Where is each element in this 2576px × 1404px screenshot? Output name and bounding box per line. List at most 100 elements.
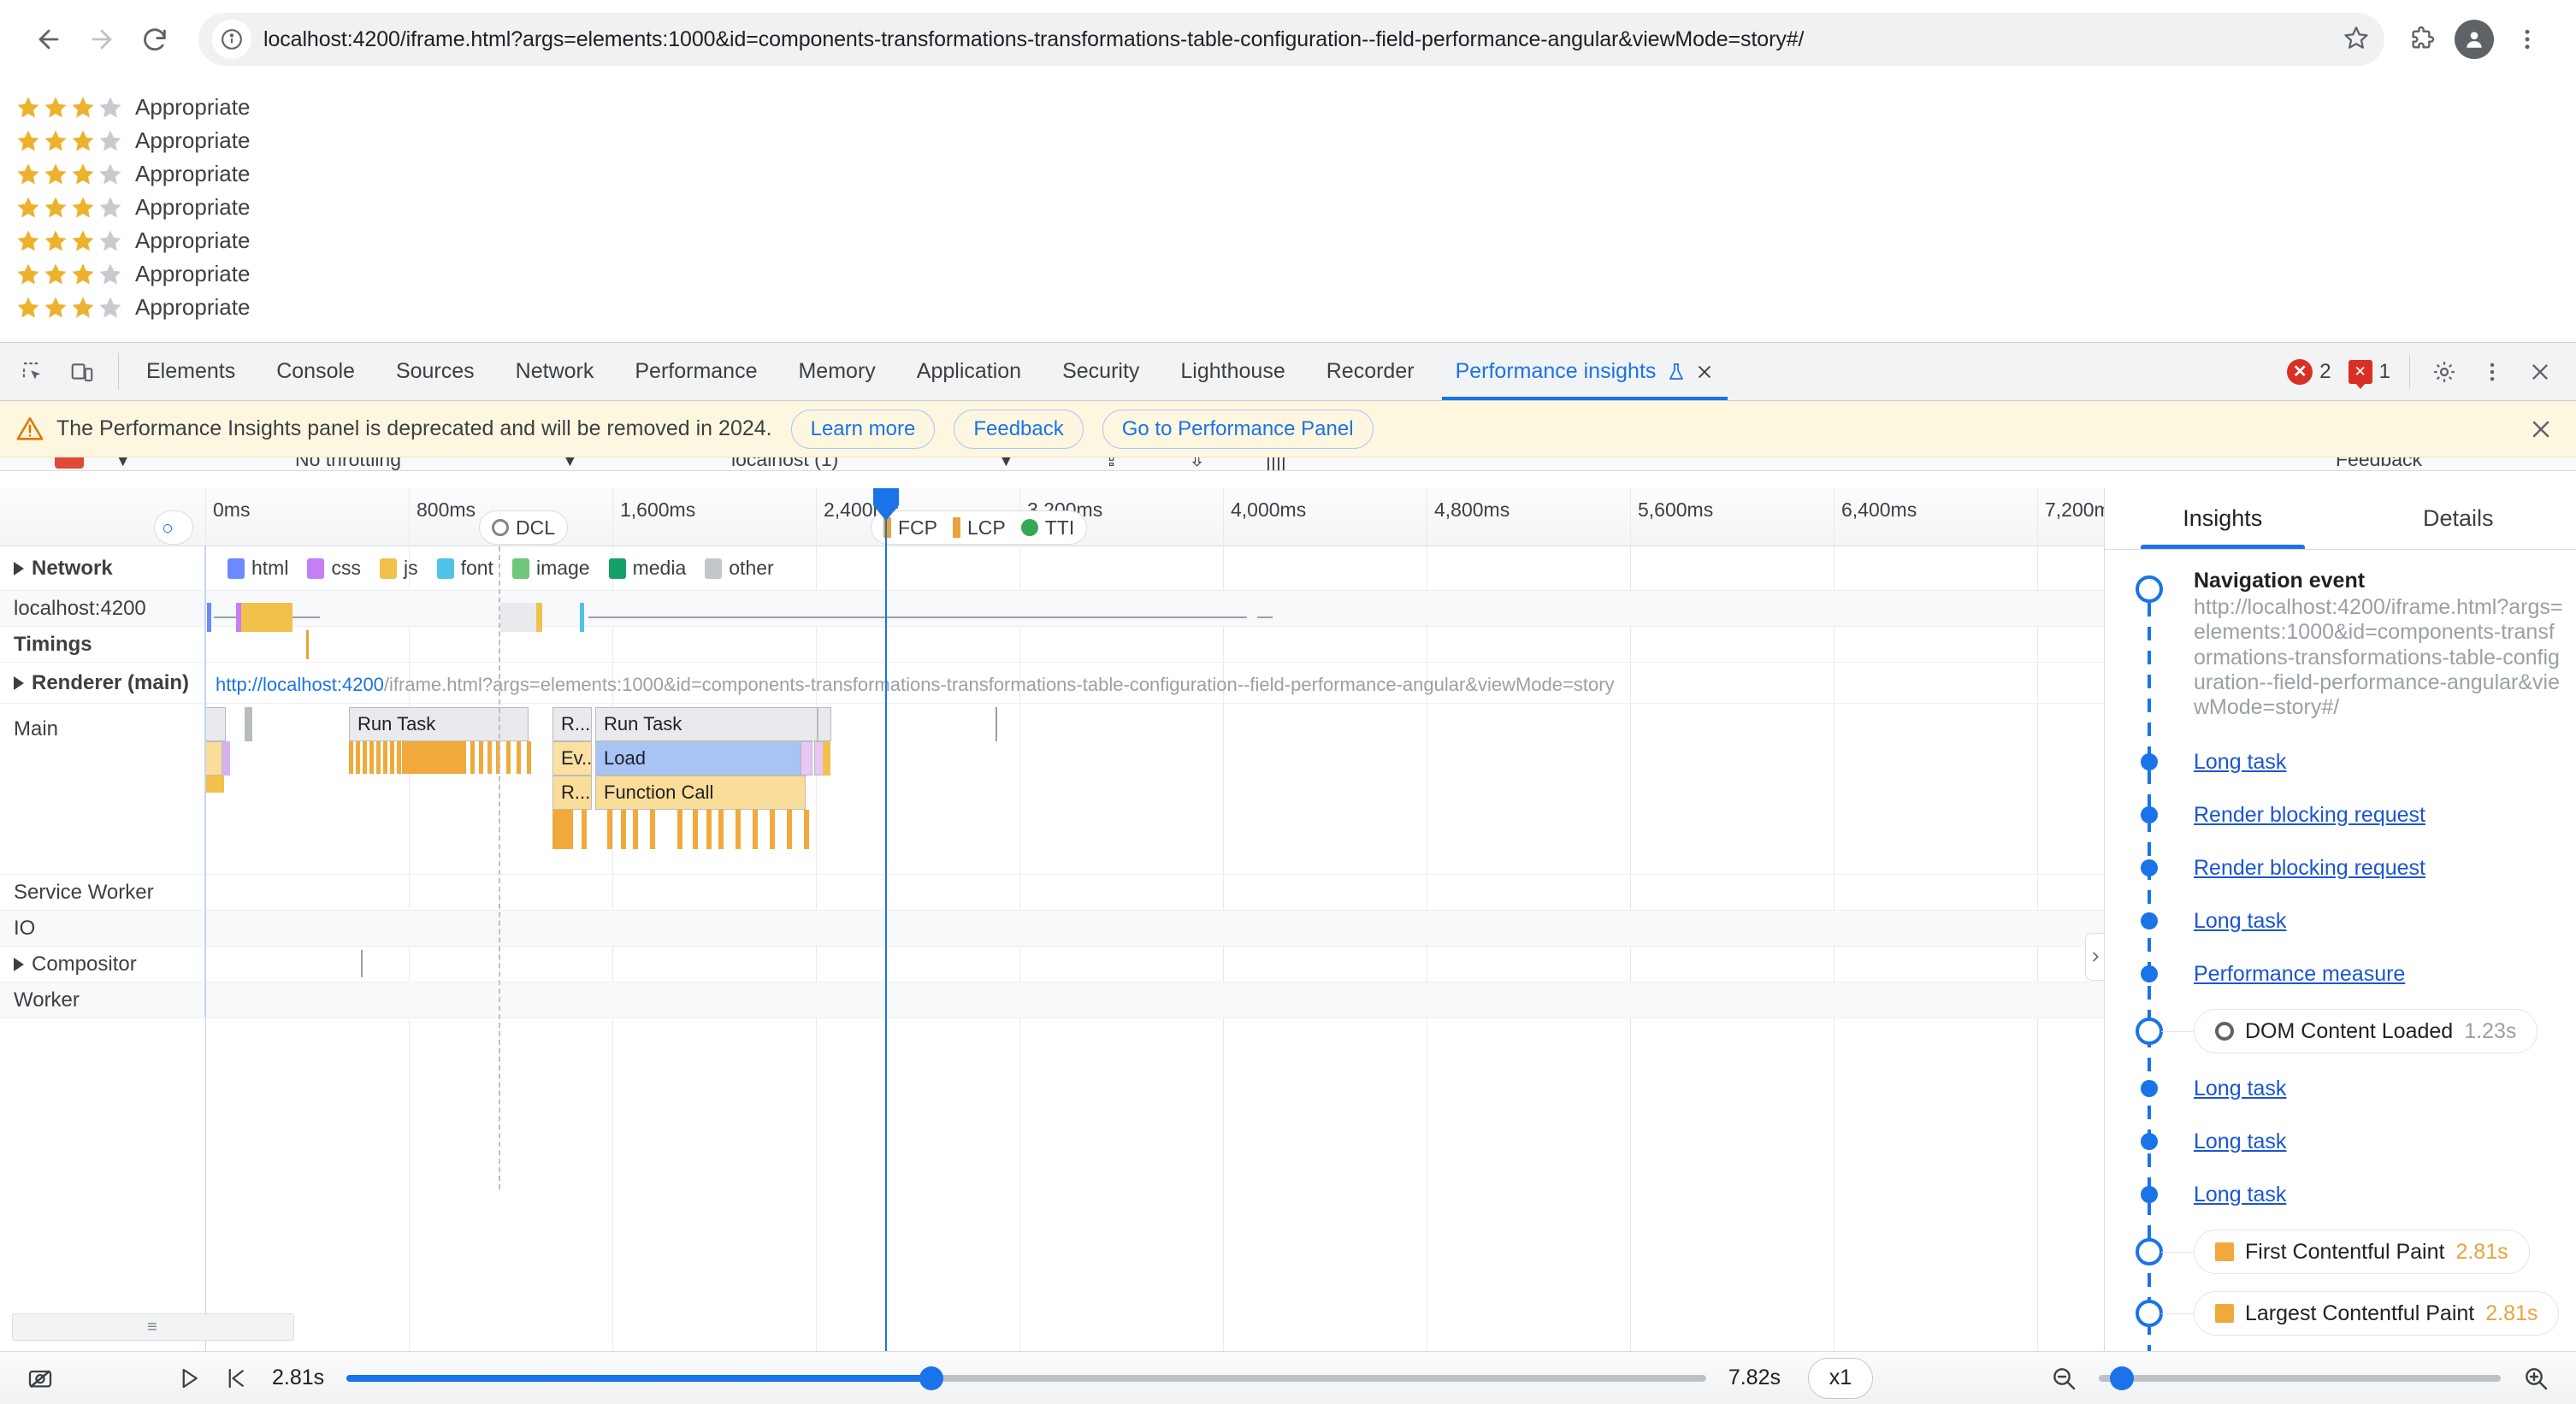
star-rating[interactable] (15, 95, 123, 121)
star-rating[interactable] (15, 162, 123, 187)
star-icon[interactable] (15, 162, 41, 187)
insight-item[interactable]: Long task (2105, 1115, 2576, 1168)
star-icon[interactable] (97, 295, 123, 321)
star-icon[interactable] (43, 128, 68, 154)
metric-chip[interactable]: First Contentful Paint 2.81s (2194, 1230, 2530, 1275)
star-icon[interactable] (70, 128, 96, 154)
star-icon[interactable] (70, 262, 96, 287)
insight-item[interactable]: Render blocking request (2105, 841, 2576, 894)
star-icon[interactable] (70, 295, 96, 321)
track-label-request[interactable]: localhost:4200 (0, 591, 205, 626)
back-button[interactable] (22, 13, 75, 66)
insight-link[interactable]: Long task (2194, 1077, 2286, 1101)
flame-micro-tick[interactable] (383, 741, 387, 774)
flame-micro-tick[interactable] (462, 741, 466, 774)
sidebar-tab-insights[interactable]: Insights (2105, 488, 2341, 549)
sidebar-body[interactable]: Navigation event http://localhost:4200/i… (2105, 550, 2576, 1351)
track-worker[interactable]: Worker (0, 982, 2104, 1018)
star-icon[interactable] (43, 162, 68, 187)
feedback-link[interactable]: Feedback (2336, 457, 2422, 470)
tab-console[interactable]: Console (256, 343, 375, 400)
memory-icon[interactable]: |||| (1266, 457, 1286, 470)
error-count-badge[interactable]: ✕ 2 (2280, 358, 2337, 385)
flame-micro-tick[interactable] (787, 810, 792, 849)
flame-micro-tick[interactable] (349, 741, 353, 774)
track-label-compositor[interactable]: Compositor (0, 947, 205, 982)
throttling-select[interactable]: No throttling (295, 457, 401, 470)
star-icon[interactable] (15, 262, 41, 287)
tab-network[interactable]: Network (495, 343, 615, 400)
flame-micro-tick[interactable] (517, 741, 521, 774)
star-rating[interactable] (15, 295, 123, 321)
flame-micro-tick[interactable] (621, 810, 626, 849)
horizontal-scrollbar-thumb[interactable]: ≡ (12, 1313, 294, 1341)
metric-chip[interactable]: DOM Content Loaded 1.23s (2194, 1009, 2538, 1054)
track-request[interactable]: localhost:4200 (0, 591, 2104, 632)
star-icon[interactable] (70, 95, 96, 121)
learn-more-button[interactable]: Learn more (790, 409, 936, 449)
track-label-main[interactable]: Main (0, 704, 205, 874)
star-icon[interactable] (15, 128, 41, 154)
timing-marker[interactable] (306, 630, 309, 659)
jump-to-start-icon[interactable] (212, 1355, 258, 1401)
flame-micro-tick[interactable] (706, 810, 712, 849)
insight-marker-item[interactable]: DOM Content Loaded 1.23s (2105, 1000, 2576, 1062)
playback-speed-button[interactable]: x1 (1808, 1357, 1873, 1399)
flame-micro-tick[interactable] (470, 741, 475, 774)
track-label-timings[interactable]: Timings (0, 627, 205, 662)
record-button[interactable]: ▼ (55, 457, 133, 470)
flame-micro-tick[interactable] (753, 810, 758, 849)
insight-link[interactable]: Long task (2194, 1130, 2286, 1154)
star-rating[interactable] (15, 262, 123, 287)
insight-item[interactable]: Long task (2105, 894, 2576, 947)
track-main[interactable]: Main Run TaskR...Run TaskEv...LoadR...Fu… (0, 704, 2104, 875)
track-label-renderer[interactable]: Renderer (main) (0, 663, 205, 703)
star-rating[interactable] (15, 195, 123, 221)
metric-chip[interactable]: Largest Contentful Paint 2.81s (2194, 1291, 2560, 1336)
paint-markers-chip[interactable]: FCP LCP TTI (871, 510, 1088, 545)
track-renderer[interactable]: Renderer (main) http://localhost:4200/if… (0, 663, 2104, 704)
star-icon[interactable] (15, 195, 41, 221)
star-icon[interactable] (97, 228, 123, 254)
flame-micro-tick[interactable] (804, 810, 809, 849)
playback-slider-knob[interactable] (919, 1366, 943, 1390)
flame-micro-tick[interactable] (356, 741, 360, 774)
target-caret[interactable]: ▼ (996, 457, 1016, 470)
feedback-button[interactable]: Feedback (954, 409, 1084, 449)
star-icon[interactable] (43, 228, 68, 254)
flame-block[interactable]: Ev... (552, 741, 592, 776)
insight-item[interactable]: Long task (2105, 1062, 2576, 1115)
warning-count-badge[interactable]: ✕ 1 (2342, 359, 2397, 389)
star-icon[interactable] (97, 128, 123, 154)
track-label-io[interactable]: IO (0, 911, 205, 946)
profile-avatar[interactable] (2448, 13, 2501, 66)
flame-micro-tick[interactable] (607, 810, 612, 849)
flame-micro-tick[interactable] (718, 810, 724, 849)
flame-block[interactable] (222, 741, 230, 776)
no-screenshot-icon[interactable] (17, 1355, 63, 1401)
target-select[interactable]: localhost (1) (731, 457, 838, 470)
main-flame-chart[interactable]: Run TaskR...Run TaskEv...LoadR...Functio… (205, 704, 2104, 874)
track-label-worker[interactable]: Worker (0, 982, 205, 1018)
star-icon[interactable] (97, 95, 123, 121)
flame-block[interactable] (818, 707, 831, 741)
flame-block[interactable] (205, 707, 226, 741)
gear-icon[interactable] (2422, 350, 2467, 394)
tab-recorder[interactable]: Recorder (1306, 343, 1435, 400)
insight-marker-item[interactable]: Largest Contentful Paint 2.81s (2105, 1283, 2576, 1344)
tab-application[interactable]: Application (896, 343, 1042, 400)
star-icon[interactable] (43, 295, 68, 321)
inspect-element-icon[interactable] (10, 350, 55, 394)
flame-micro-tick[interactable] (390, 741, 394, 774)
track-label-service-worker[interactable]: Service Worker (0, 875, 205, 910)
flame-micro-tick[interactable] (363, 741, 367, 774)
device-toolbar-icon[interactable] (60, 350, 104, 394)
tab-performance-insights[interactable]: Performance insights (1435, 343, 1735, 400)
insight-link[interactable]: Long task (2194, 750, 2286, 775)
zoom-slider[interactable] (2099, 1366, 2501, 1390)
insight-link[interactable]: Performance measure (2194, 962, 2405, 987)
star-rating[interactable] (15, 228, 123, 254)
flame-block[interactable] (205, 741, 222, 776)
playhead[interactable] (873, 488, 899, 1351)
dcl-marker-chip[interactable]: DCL (479, 510, 569, 545)
